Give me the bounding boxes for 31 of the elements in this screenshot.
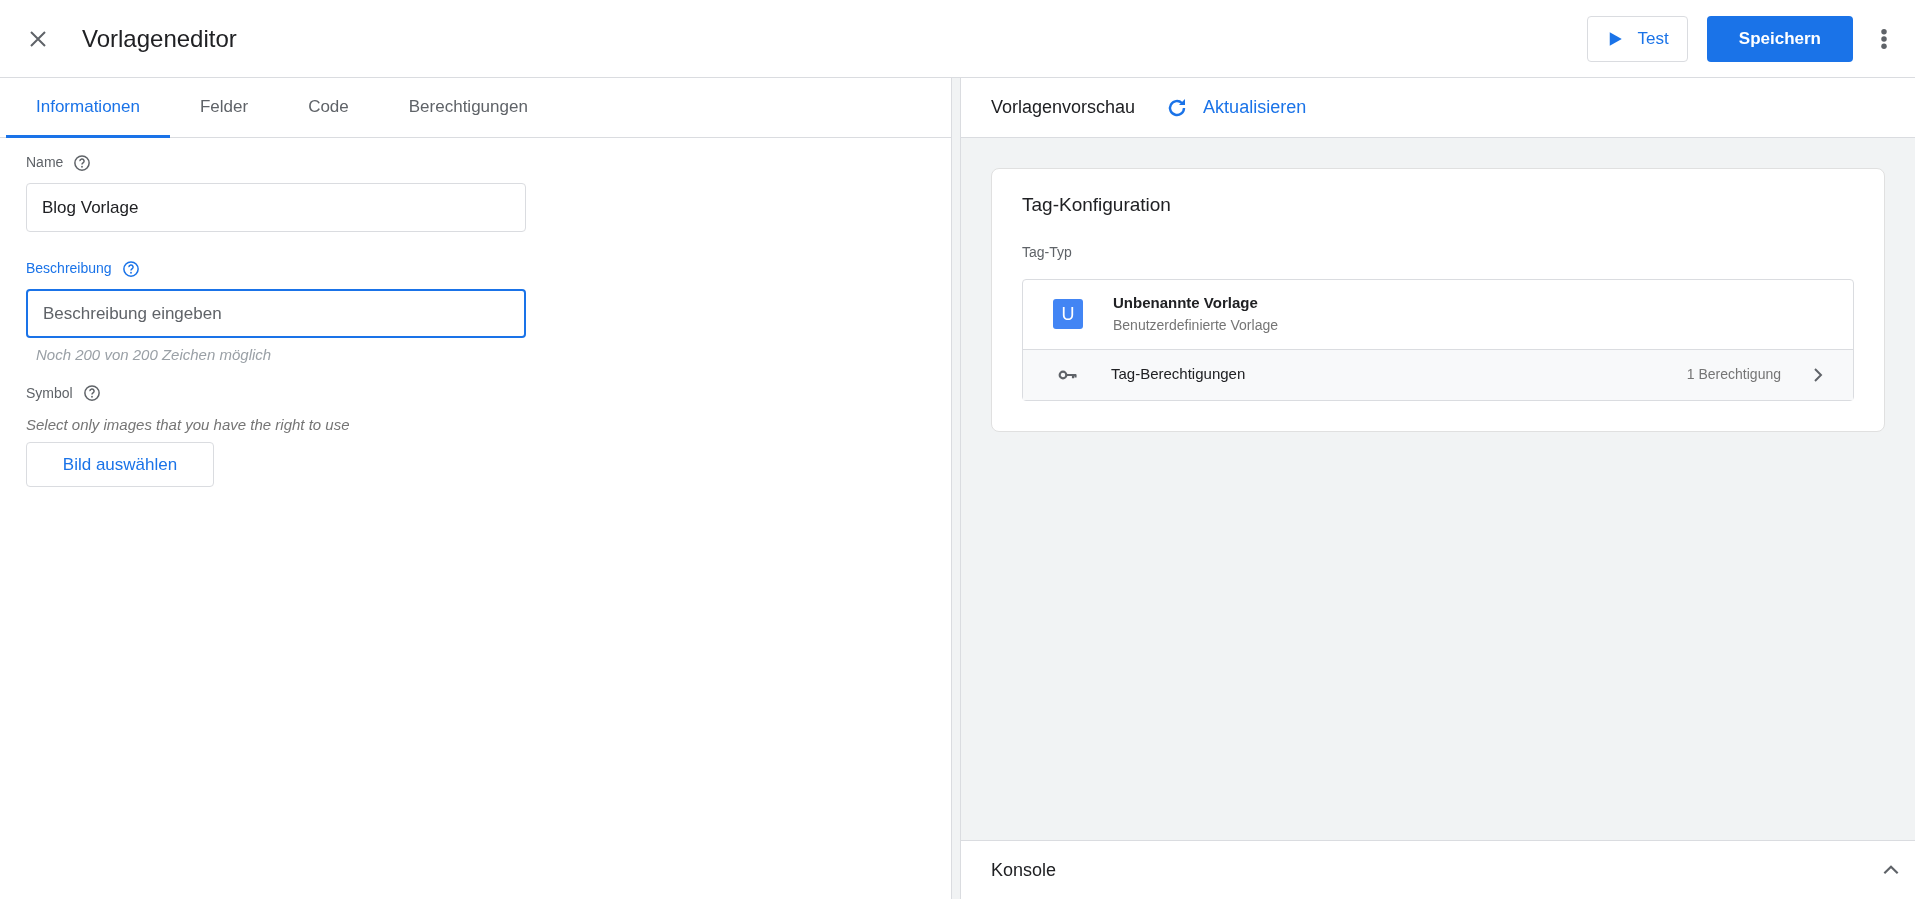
template-icon: U [1053,299,1083,329]
choose-image-button[interactable]: Bild auswählen [26,442,214,487]
permissions-row[interactable]: Tag-Berechtigungen 1 Berechtigung [1023,349,1853,400]
preview-title: Vorlagenvorschau [991,96,1136,119]
save-button[interactable]: Speichern [1706,15,1853,62]
template-type: Benutzerdefinierte Vorlage [1113,315,1278,335]
name-field[interactable]: Blog Vorlage [26,183,526,232]
section-label: Tag-Typ [1022,242,1073,262]
character-count: Noch 200 von 200 Zeichen möglich [36,345,273,365]
image-note: Select only images that you have the right to use [26,414,351,435]
help-icon [82,384,101,402]
tab[interactable]: Code [278,78,379,138]
tab[interactable]: Berechtigungen [378,78,558,138]
permissions-count: 1 Berechtigung [1686,365,1781,384]
refresh-button[interactable]: Aktualisieren [1165,94,1307,121]
permissions-label: Tag-Berechtigungen [1111,364,1247,385]
test-button[interactable]: Test [1586,15,1688,62]
page-title: Vorlageneditor [82,23,237,54]
description-field[interactable]: Beschreibung eingeben [26,289,526,338]
help-icon [121,259,140,278]
help-icon [73,153,92,172]
field-label: Symbol [26,383,73,403]
field-label: Name [26,153,64,172]
template-name: Unbenannte Vorlage [1113,293,1259,314]
console-bar[interactable]: Konsole [961,840,1915,899]
tab[interactable]: Felder [169,78,279,138]
card-title: Tag-Konfiguration [1022,193,1172,217]
tab[interactable]: Informationen [6,78,170,138]
more-vert-icon [1881,27,1887,50]
field-label: Beschreibung [26,259,112,278]
console-label: Konsole [991,858,1058,882]
